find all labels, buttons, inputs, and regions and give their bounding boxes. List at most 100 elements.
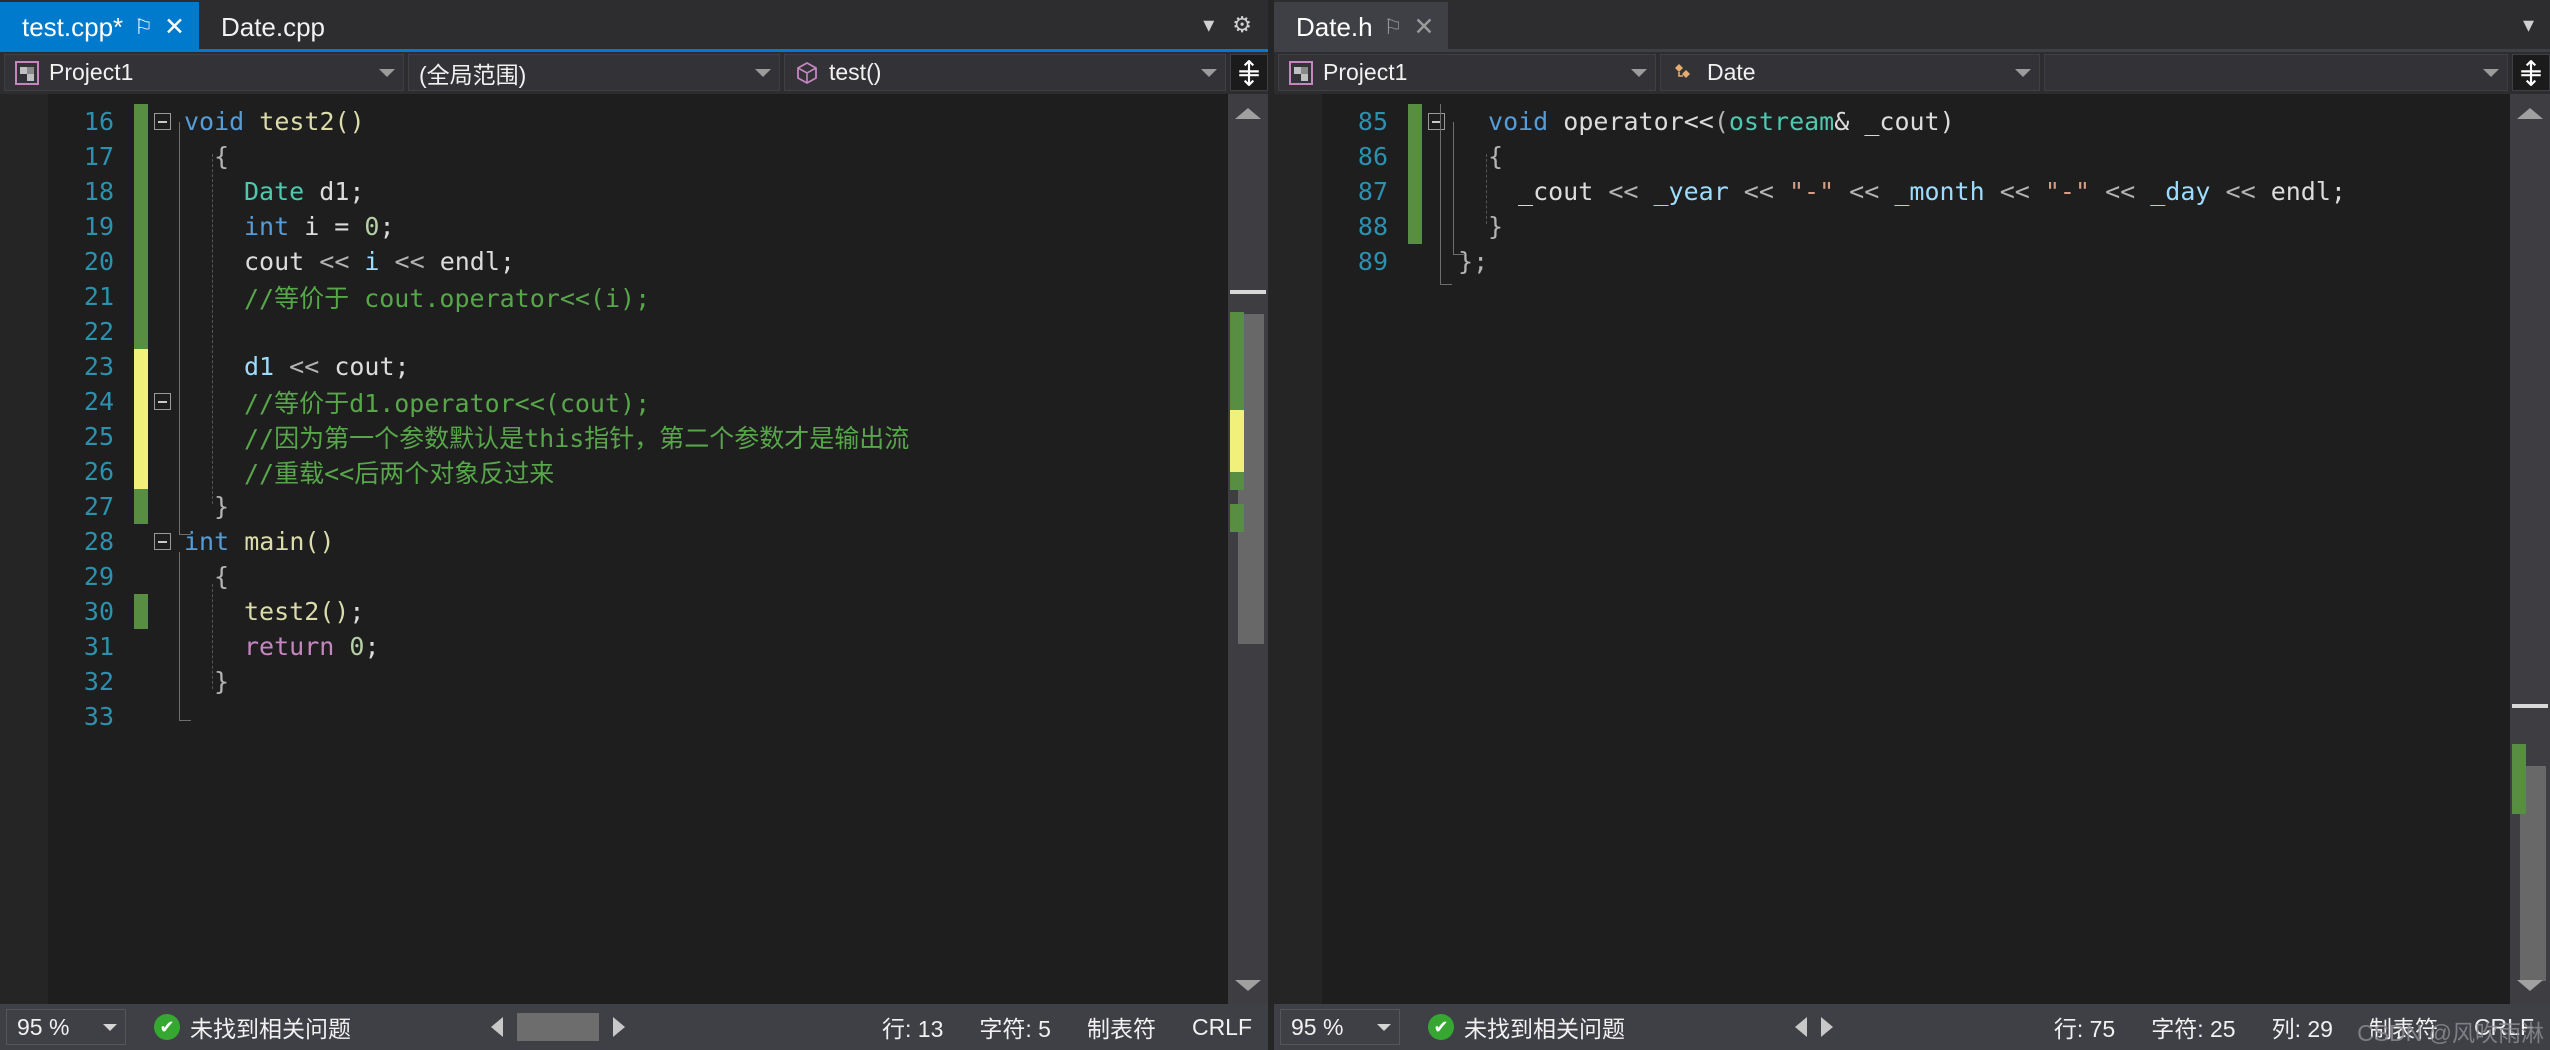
code-token: ; bbox=[364, 632, 380, 661]
gear-icon[interactable]: ⚙ bbox=[1232, 12, 1252, 38]
structure-guide-foot bbox=[179, 534, 191, 535]
code-line[interactable]: 21 //等价于 cout.operator<<(i); bbox=[48, 279, 1228, 314]
right-member-dropdown[interactable] bbox=[2044, 54, 2508, 91]
code-line[interactable]: 30 test2(); bbox=[48, 594, 1228, 629]
left-hscroll-thumb[interactable] bbox=[517, 1013, 599, 1041]
right-project-dropdown[interactable]: Project1 bbox=[1278, 54, 1657, 91]
structure-guide bbox=[179, 552, 180, 720]
right-issue-status[interactable]: ✔ 未找到相关问题 bbox=[1428, 1010, 1625, 1044]
left-project-dropdown[interactable]: Project1 bbox=[4, 54, 404, 91]
scroll-down-icon[interactable] bbox=[2510, 968, 2550, 1002]
pin-icon[interactable]: ⚐ bbox=[1384, 17, 1403, 38]
close-icon[interactable]: ✕ bbox=[164, 14, 185, 40]
scroll-down-icon[interactable] bbox=[1228, 968, 1268, 1002]
code-text: } bbox=[184, 492, 1228, 521]
tabstrip-underline bbox=[0, 49, 1269, 52]
code-text: d1 << cout; bbox=[184, 352, 1228, 381]
code-token: void bbox=[184, 107, 260, 136]
right-code-lines: 85 void operator<<(ostream& _cout) 86 { 87 _c… bbox=[1322, 94, 2510, 285]
left-issue-status[interactable]: ✔ 未找到相关问题 bbox=[154, 1010, 351, 1044]
code-text: _cout << _year << "-" << _month << "-" <… bbox=[1458, 177, 2510, 206]
code-line[interactable]: 16 void test2() bbox=[48, 104, 1228, 139]
code-text: //等价于d1.operator<<(cout); bbox=[184, 384, 1228, 420]
left-eol-label: CRLF bbox=[1191, 1013, 1253, 1040]
line-number: 22 bbox=[83, 317, 114, 346]
right-code-area[interactable]: 85 void operator<<(ostream& _cout) 86 { 87 _c… bbox=[1322, 94, 2510, 1004]
right-type-label: Date bbox=[1707, 59, 1756, 85]
left-code-area[interactable]: 16 void test2() 17 {18 Date d1; 19 int i = 0; 2… bbox=[48, 94, 1229, 1004]
right-type-dropdown[interactable]: Date bbox=[1660, 54, 2041, 91]
left-scroll-nav[interactable] bbox=[491, 1013, 625, 1041]
scroll-up-icon[interactable] bbox=[2510, 96, 2550, 130]
code-token: << bbox=[2210, 177, 2271, 206]
chevron-down-icon bbox=[2483, 68, 2499, 77]
chevron-down-icon[interactable]: ▾ bbox=[1203, 12, 1214, 38]
nav-back-icon[interactable] bbox=[1795, 1017, 1808, 1037]
left-scope-dropdown[interactable]: (全局范围) bbox=[408, 54, 780, 91]
pin-icon[interactable]: ⚐ bbox=[134, 17, 153, 38]
tab-date-h[interactable]: Date.h ⚐ ✕ bbox=[1274, 2, 1449, 52]
tabstrip-spacer bbox=[1448, 2, 2523, 52]
code-line[interactable]: 23 d1 << cout; bbox=[48, 349, 1228, 384]
code-line[interactable]: 28 int main() bbox=[48, 524, 1228, 559]
code-line[interactable]: 85 void operator<<(ostream& _cout) bbox=[1322, 104, 2510, 139]
chevron-down-icon[interactable]: ▾ bbox=[2523, 12, 2534, 38]
right-vertical-scrollbar[interactable] bbox=[2510, 94, 2550, 1004]
code-token: "-" bbox=[1788, 177, 1835, 206]
code-line[interactable]: 27} bbox=[48, 489, 1228, 524]
right-line-label: 行: 75 bbox=[2053, 1016, 2116, 1042]
change-indicator bbox=[134, 384, 148, 419]
code-token: d1 bbox=[244, 352, 275, 381]
code-line[interactable]: 17 { bbox=[48, 139, 1228, 174]
left-split-view-button[interactable] bbox=[1230, 54, 1269, 91]
code-line[interactable]: 22 bbox=[48, 314, 1228, 349]
right-char-label: 字符: 25 bbox=[2151, 1016, 2236, 1042]
code-line[interactable]: 18 Date d1; bbox=[48, 174, 1228, 209]
line-number: 25 bbox=[83, 422, 114, 451]
code-token: //重载<<后两个对象反过来 bbox=[244, 458, 555, 488]
scroll-up-icon[interactable] bbox=[1228, 96, 1268, 130]
line-number: 87 bbox=[1357, 177, 1389, 206]
code-line[interactable]: 32} bbox=[48, 664, 1228, 699]
tab-date-cpp[interactable]: Date.cpp bbox=[198, 2, 340, 52]
line-number: 31 bbox=[83, 632, 114, 661]
code-token: _month bbox=[1894, 177, 1985, 206]
code-line[interactable]: 20 cout << i << endl; bbox=[48, 244, 1228, 279]
chevron-down-icon bbox=[1377, 1023, 1392, 1031]
nav-back-icon[interactable] bbox=[491, 1017, 503, 1037]
right-scroll-nav[interactable] bbox=[1795, 1017, 1834, 1037]
close-icon[interactable]: ✕ bbox=[1413, 14, 1434, 40]
code-line[interactable]: 88} bbox=[1322, 209, 2510, 244]
code-line[interactable]: 31 return 0; bbox=[48, 629, 1228, 664]
right-zoom-dropdown[interactable]: 95 % bbox=[1280, 1009, 1401, 1045]
left-vertical-scrollbar[interactable] bbox=[1228, 94, 1269, 1004]
code-token: "-" bbox=[2044, 177, 2091, 206]
left-zoom-dropdown[interactable]: 95 % bbox=[6, 1009, 126, 1045]
left-member-dropdown[interactable]: test() bbox=[784, 54, 1227, 91]
code-line[interactable]: 24 //等价于d1.operator<<(cout); bbox=[48, 384, 1228, 419]
nav-forward-icon[interactable] bbox=[613, 1017, 625, 1037]
code-line[interactable]: 86 { bbox=[1322, 139, 2510, 174]
code-line[interactable]: 19 int i = 0; bbox=[48, 209, 1228, 244]
change-indicator bbox=[134, 489, 148, 524]
code-line[interactable]: 29 { bbox=[48, 559, 1228, 594]
line-number: 17 bbox=[83, 142, 114, 171]
code-line[interactable]: 89}; bbox=[1322, 244, 2510, 279]
left-scope-label: (全局范围) bbox=[419, 61, 527, 88]
code-line[interactable]: 87 _cout << _year << "-" << _month << "-"… bbox=[1322, 174, 2510, 209]
code-token: int bbox=[244, 212, 290, 241]
right-split-view-button[interactable] bbox=[2512, 54, 2550, 91]
code-line[interactable]: 33 bbox=[48, 699, 1228, 734]
structure-guide bbox=[1440, 104, 1442, 284]
right-tabstrip: Date.h ⚐ ✕ ▾ bbox=[1274, 0, 2550, 52]
check-circle-icon: ✔ bbox=[1428, 1014, 1455, 1040]
code-line[interactable]: 25 //因为第一个参数默认是this指针，第二个参数才是输出流 bbox=[48, 419, 1228, 454]
right-col-label: 列: 29 bbox=[2271, 1016, 2333, 1042]
nav-forward-icon[interactable] bbox=[1821, 1017, 1834, 1037]
change-indicator bbox=[134, 314, 148, 349]
line-number: 85 bbox=[1357, 107, 1389, 136]
tab-test-cpp[interactable]: test.cpp* ⚐ ✕ bbox=[0, 2, 199, 52]
code-line[interactable]: 26 //重载<<后两个对象反过来 bbox=[48, 454, 1228, 489]
structure-guide bbox=[179, 122, 180, 534]
